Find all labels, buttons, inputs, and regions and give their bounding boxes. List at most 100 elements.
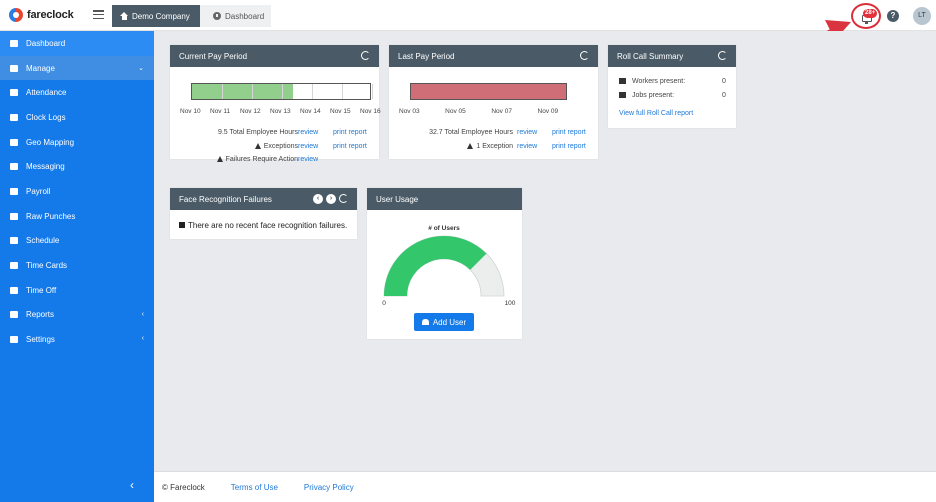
tick-label: Nov 07 — [491, 108, 512, 115]
clock-icon — [10, 113, 18, 121]
thumbs-up-icon — [179, 222, 185, 228]
card-icon — [10, 262, 18, 270]
exceptions-label: Exceptions — [263, 143, 298, 150]
warning-icon — [254, 143, 261, 149]
grid-line — [342, 84, 343, 99]
roll-call-report-link[interactable]: View full Roll Call report — [619, 110, 693, 117]
card-header: Current Pay Period — [170, 45, 379, 67]
next-icon[interactable]: › — [326, 194, 336, 204]
card-header: Roll Call Summary — [608, 45, 736, 67]
tick-label: Nov 10 — [180, 108, 201, 115]
privacy-policy-link[interactable]: Privacy Policy — [304, 483, 354, 492]
tick-label: Nov 11 — [210, 108, 231, 115]
sidebar-item-clock-logs[interactable]: Clock Logs — [0, 105, 154, 130]
grid-line — [222, 84, 223, 99]
sidebar-item-label: Manage — [26, 63, 55, 73]
gauge-fill — [384, 236, 487, 296]
grid-line — [372, 84, 373, 99]
notification-badge: 28+ — [863, 9, 878, 18]
tick-label: Nov 16 — [360, 108, 381, 115]
sidebar-item-time-off[interactable]: Time Off — [0, 278, 154, 303]
sidebar-item-attendance[interactable]: Attendance — [0, 80, 154, 105]
logo-text: fareclock — [27, 9, 74, 21]
breadcrumb-page[interactable]: Dashboard — [200, 5, 271, 27]
sidebar-item-messaging[interactable]: Messaging — [0, 154, 154, 179]
sidebar-item-label: Reports — [26, 310, 55, 320]
sidebar-item-dashboard[interactable]: Dashboard — [0, 31, 154, 56]
sidebar-item-label: Time Cards — [26, 261, 68, 271]
hours-review-link[interactable]: review — [298, 129, 318, 136]
sidebar-collapse-button[interactable]: ‹ — [130, 478, 134, 492]
help-button[interactable]: ? — [887, 10, 899, 22]
sidebar-item-label: Time Off — [26, 285, 57, 295]
last-period-progress-bar — [410, 83, 567, 100]
refresh-icon[interactable] — [580, 51, 589, 60]
sidebar-item-payroll[interactable]: Payroll — [0, 179, 154, 204]
calendar-icon — [10, 237, 18, 245]
card-title: User Usage — [376, 194, 419, 204]
total-hours-text: 32.7 Total Employee Hours — [429, 129, 513, 136]
sidebar-item-label: Settings — [26, 335, 55, 345]
refresh-icon[interactable] — [361, 51, 370, 60]
refresh-icon[interactable] — [718, 51, 727, 60]
workers-present-row: Workers present: — [619, 78, 685, 85]
exceptions-review-link[interactable]: review — [298, 143, 318, 150]
gear-icon — [10, 336, 18, 344]
grid-line — [282, 84, 283, 99]
sidebar-item-schedule[interactable]: Schedule — [0, 229, 154, 254]
breadcrumb-company[interactable]: Demo Company — [112, 5, 210, 27]
current-pay-period-card: Current Pay Period 9.5 Total Employee Ho… — [170, 45, 381, 163]
sidebar-item-reports[interactable]: Reports ‹ — [0, 303, 154, 328]
hours-review-link[interactable]: review — [517, 129, 537, 136]
footer: © Fareclock Terms of Use Privacy Policy — [154, 471, 936, 502]
previous-icon[interactable]: ‹ — [313, 194, 323, 204]
sidebar-item-settings[interactable]: Settings ‹ — [0, 327, 154, 352]
current-period-progress-bar — [191, 83, 373, 100]
failures-review-link[interactable]: review — [298, 156, 318, 163]
jobs-present-label: Jobs present: — [632, 92, 675, 99]
total-hours-text: 9.5 Total Employee Hours — [217, 129, 298, 136]
truck-icon — [10, 212, 18, 220]
sidebar-item-label: Messaging — [26, 162, 65, 172]
refresh-icon[interactable] — [339, 194, 348, 203]
sidebar-item-geo-mapping[interactable]: Geo Mapping — [0, 130, 154, 155]
exceptions-print-report-link[interactable]: print report — [333, 143, 367, 150]
sidebar-item-manage[interactable]: Manage ⌄ — [0, 55, 154, 81]
last-period-progress-fill — [411, 84, 566, 99]
chart-icon — [10, 311, 18, 319]
megaphone-icon — [619, 78, 626, 84]
gauge-icon — [10, 39, 18, 47]
add-user-button[interactable]: Add User — [414, 313, 474, 331]
dashboard-main: Current Pay Period 9.5 Total Employee Ho… — [154, 31, 936, 471]
failures-label: Failures Require Action — [225, 156, 298, 163]
exceptions-row: Exceptions — [254, 143, 298, 150]
hours-print-report-link[interactable]: print report — [552, 129, 586, 136]
jobs-present-value: 0 — [722, 92, 726, 99]
user-usage-card: User Usage # of Users 0 100 Add User — [367, 188, 522, 339]
terms-of-use-link[interactable]: Terms of Use — [231, 483, 278, 492]
user-usage-gauge: # of Users 0 100 — [382, 225, 516, 307]
exceptions-label: 1 Exception — [476, 143, 513, 150]
tick-label: Nov 13 — [270, 108, 291, 115]
gauge-max-label: 100 — [505, 300, 516, 307]
app-logo[interactable]: fareclock — [9, 8, 74, 22]
exceptions-print-report-link[interactable]: print report — [552, 143, 586, 150]
sidebar-item-time-cards[interactable]: Time Cards — [0, 253, 154, 278]
sidebar-item-raw-punches[interactable]: Raw Punches — [0, 204, 154, 229]
hours-print-report-link[interactable]: print report — [333, 129, 367, 136]
user-avatar[interactable]: LT — [913, 7, 931, 25]
sidebar-item-label: Dashboard — [26, 38, 66, 48]
gauge-title: # of Users — [428, 225, 460, 232]
sidebar-item-label: Clock Logs — [26, 112, 66, 122]
chat-icon — [10, 163, 18, 171]
gauge-min-label: 0 — [382, 300, 386, 307]
add-user-icon — [421, 319, 429, 325]
add-user-label: Add User — [432, 317, 467, 327]
card-title: Roll Call Summary — [617, 51, 684, 61]
exceptions-review-link[interactable]: review — [517, 143, 537, 150]
notifications-button[interactable]: 28+ — [851, 3, 881, 29]
chevron-icon: ‹ — [141, 335, 144, 343]
workers-present-value: 0 — [722, 78, 726, 85]
menu-toggle-icon[interactable] — [93, 10, 104, 19]
money-icon — [10, 187, 18, 195]
